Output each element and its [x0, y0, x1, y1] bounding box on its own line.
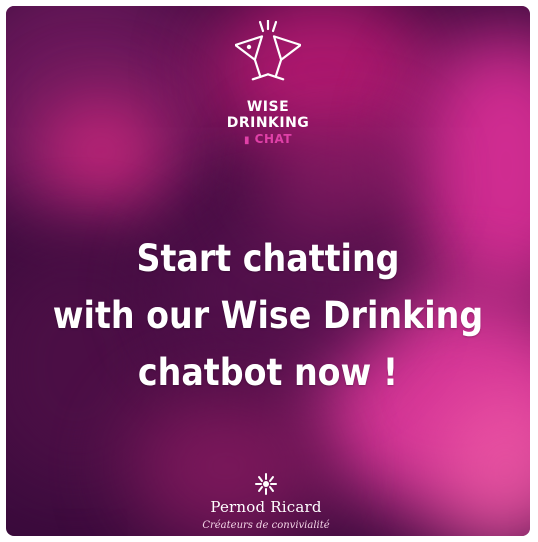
chat-bubble-icon: ▮ [243, 135, 250, 146]
logo-line-wise: WISE [246, 99, 290, 115]
toasting-cocktail-glasses-icon [235, 20, 301, 81]
pernod-ricard-sun-icon [255, 473, 277, 495]
headline-line-1: Start chatting [136, 237, 400, 280]
wise-drinking-chat-logo: WISE DRINKING ▮ CHAT [218, 20, 318, 160]
brand-tagline: Créateurs de convivialité [202, 520, 330, 531]
logo-line-drinking: DRINKING [226, 115, 310, 131]
headline-line-3: chatbot now ! [137, 351, 399, 394]
promo-card: WISE DRINKING ▮ CHAT Start chatting with… [6, 6, 530, 536]
pernod-ricard-brand: Pernod Ricard Créateurs de convivialité [196, 472, 336, 531]
logo-chat-label: CHAT [254, 132, 293, 146]
headline-line-2: with our Wise Drinking [52, 294, 484, 337]
background-blur [36, 96, 166, 206]
headline: Start chatting with our Wise Drinking ch… [32, 230, 504, 401]
brand-name: Pernod Ricard [210, 498, 322, 516]
logo-line-chat: ▮ CHAT [218, 133, 318, 146]
